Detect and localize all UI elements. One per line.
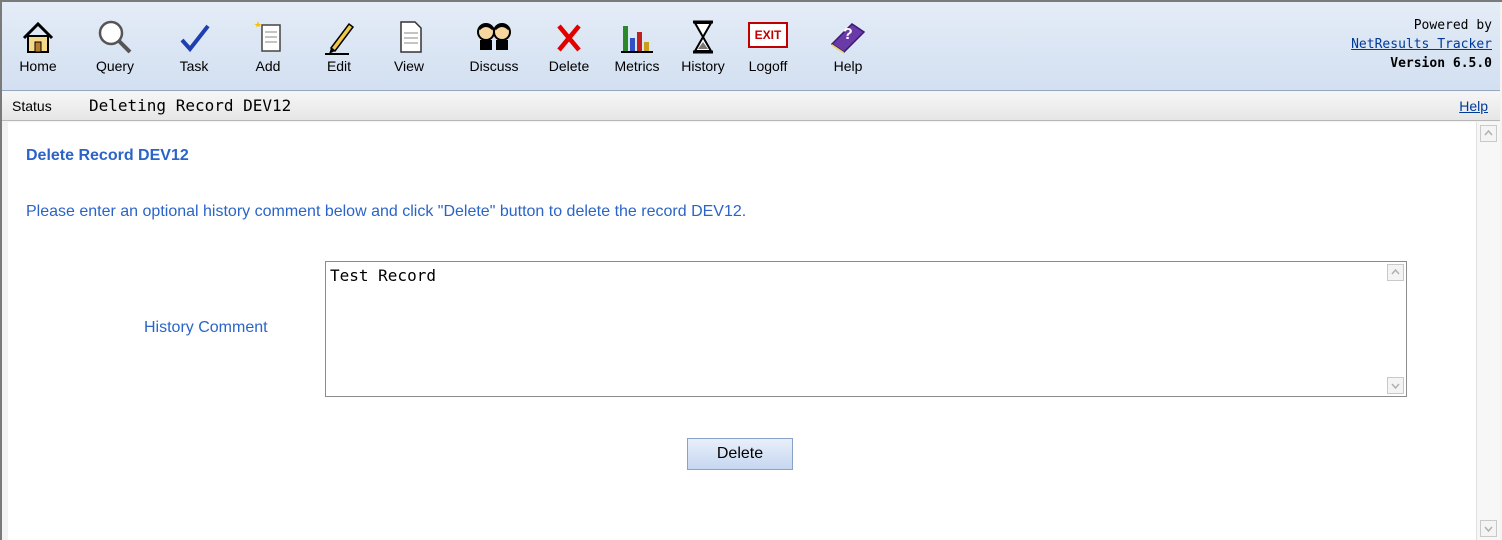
branding-block: Powered by NetResults Tracker Version 6.… xyxy=(1351,16,1492,73)
pencil-icon xyxy=(325,22,355,55)
toolbar-task-label: Task xyxy=(179,58,209,74)
toolbar-query-label: Query xyxy=(95,58,135,74)
toolbar-view-label: View xyxy=(393,58,425,74)
toolbar-query-button[interactable]: Query xyxy=(85,8,145,80)
toolbar-discuss-label: Discuss xyxy=(469,58,519,74)
status-text: Deleting Record DEV12 xyxy=(89,96,292,115)
document-icon xyxy=(400,21,422,53)
toolbar-add-button[interactable]: Add xyxy=(240,8,296,80)
toolbar-logoff-button[interactable]: EXIT Logoff xyxy=(735,8,801,80)
toolbar-home-button[interactable]: Home xyxy=(14,8,62,80)
magnifier-icon xyxy=(98,20,132,54)
red-x-icon xyxy=(557,24,581,52)
toolbar-help-label: Help xyxy=(833,58,863,74)
page-scrollbar[interactable] xyxy=(1476,122,1500,540)
new-document-icon xyxy=(254,21,281,52)
product-link[interactable]: NetResults Tracker xyxy=(1351,35,1492,54)
chevron-down-icon xyxy=(1484,526,1493,533)
toolbar-view-button[interactable]: View xyxy=(383,8,435,80)
hourglass-icon xyxy=(693,20,713,54)
toolbar-discuss-button[interactable]: Discuss xyxy=(458,8,530,80)
toolbar-home-label: Home xyxy=(19,58,57,74)
instruction-text: Please enter an optional history comment… xyxy=(26,203,747,220)
toolbar-history-label: History xyxy=(681,58,725,74)
page-scroll-up-button[interactable] xyxy=(1480,125,1497,142)
textarea-scroll-down-button[interactable] xyxy=(1387,377,1404,394)
toolbar-help-button[interactable]: ? Help xyxy=(823,8,873,80)
help-book-mark: ? xyxy=(843,26,853,43)
chevron-up-icon xyxy=(1391,268,1400,275)
status-label: Status xyxy=(12,98,52,114)
version-text: Version 6.5.0 xyxy=(1390,56,1492,71)
toolbar-logoff-label: Logoff xyxy=(748,58,788,74)
exit-sign-text: EXIT xyxy=(754,28,782,42)
toolbar-task-button[interactable]: Task xyxy=(168,8,220,80)
main-content: Delete Record DEV12 Please enter an opti… xyxy=(8,122,1476,540)
toolbar-delete-button[interactable]: Delete xyxy=(538,8,600,80)
powered-by-text: Powered by xyxy=(1413,18,1492,33)
page-title: Delete Record DEV12 xyxy=(26,147,189,164)
toolbar-metrics-label: Metrics xyxy=(614,58,660,74)
help-link[interactable]: Help xyxy=(1459,98,1488,114)
exit-sign-icon: EXIT xyxy=(748,22,788,48)
home-icon xyxy=(22,21,54,53)
people-icon xyxy=(477,23,511,50)
toolbar-add-label: Add xyxy=(255,58,281,74)
status-bar: Status Deleting Record DEV12 Help xyxy=(2,92,1500,121)
toolbar-edit-button[interactable]: Edit xyxy=(313,8,365,80)
delete-button[interactable]: Delete xyxy=(687,438,793,470)
history-comment-label: History Comment xyxy=(144,319,268,336)
toolbar-delete-label: Delete xyxy=(548,58,590,74)
toolbar: Home Query Task Add Edit View Discuss De… xyxy=(2,2,1500,91)
history-comment-value: Test Record xyxy=(330,266,436,285)
chevron-up-icon xyxy=(1484,129,1493,136)
chevron-down-icon xyxy=(1391,383,1400,390)
history-comment-field[interactable]: Test Record xyxy=(325,261,1407,397)
toolbar-edit-label: Edit xyxy=(326,58,352,74)
toolbar-metrics-button[interactable]: Metrics xyxy=(606,8,668,80)
bar-chart-icon xyxy=(621,26,653,53)
toolbar-history-button[interactable]: History xyxy=(672,8,734,80)
textarea-scroll-up-button[interactable] xyxy=(1387,264,1404,281)
page-scroll-down-button[interactable] xyxy=(1480,520,1497,537)
checkmark-icon xyxy=(180,24,210,53)
help-book-icon: ? xyxy=(828,18,868,56)
